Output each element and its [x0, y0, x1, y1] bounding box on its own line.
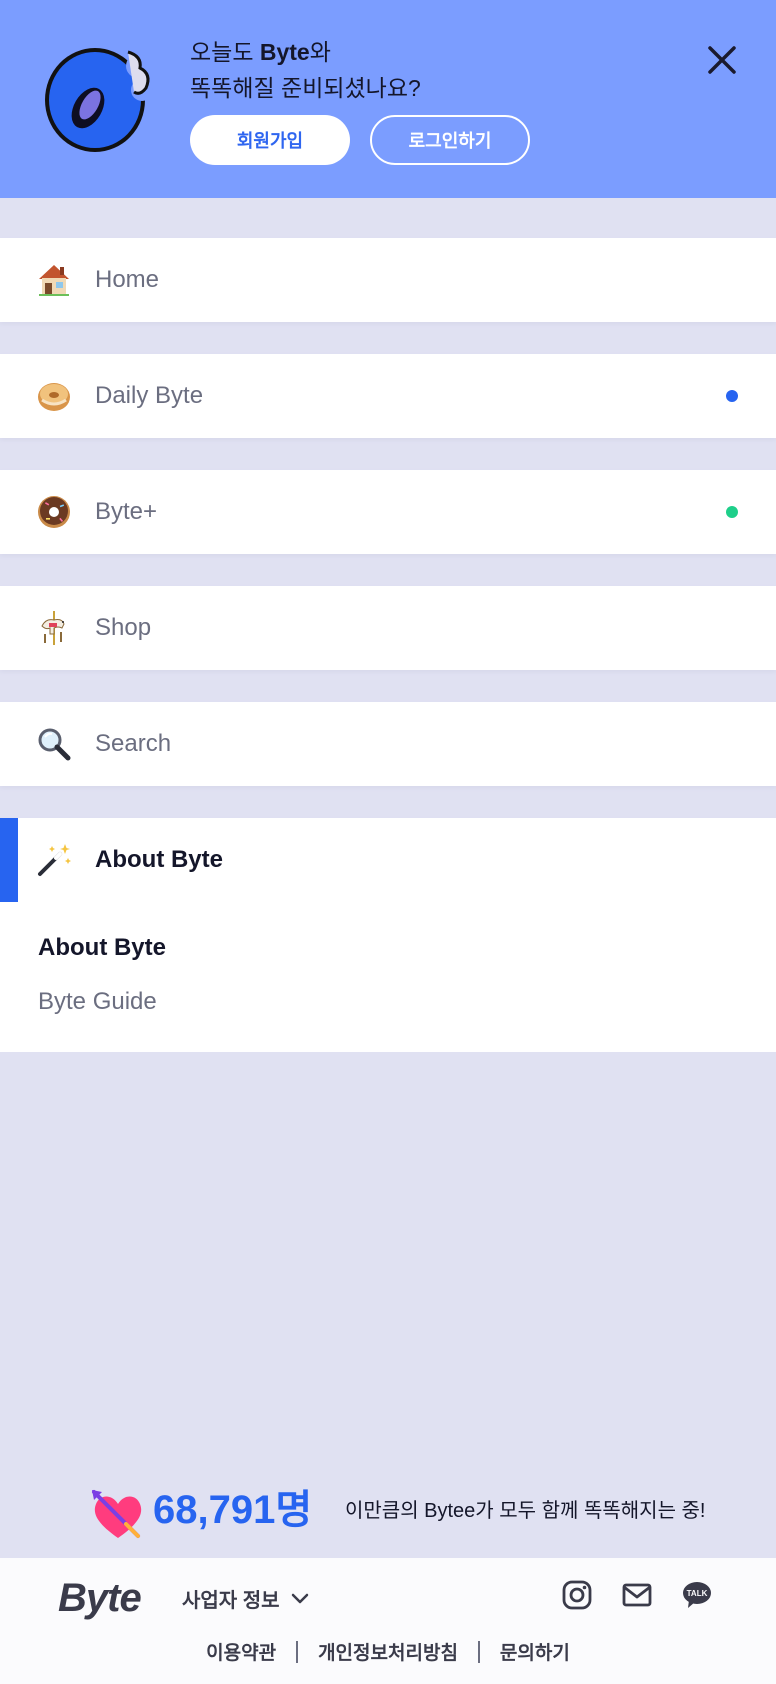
menu-item-daily-byte[interactable]: Daily Byte — [0, 354, 776, 438]
welcome-prefix: 오늘도 — [190, 39, 260, 65]
menu-item-search[interactable]: Search — [0, 702, 776, 786]
magic-wand-icon — [38, 844, 71, 876]
instagram-icon[interactable] — [560, 1578, 594, 1612]
link-divider — [477, 1640, 480, 1663]
footer-links: 이용약관 개인정보처리방침 문의하기 — [0, 1638, 776, 1665]
new-indicator-dot — [726, 506, 738, 518]
kakaotalk-talk-label: TALK — [687, 1589, 708, 1598]
new-indicator-dot — [726, 390, 738, 402]
house-icon — [39, 265, 69, 296]
kakaotalk-icon[interactable]: TALK — [680, 1578, 714, 1612]
terms-link[interactable]: 이용약관 — [206, 1638, 276, 1665]
link-divider — [296, 1640, 299, 1663]
bagel-icon — [38, 383, 70, 411]
menu-label-shop: Shop — [95, 614, 152, 641]
member-counter: 68,791명 이만큼의 Bytee가 모두 함께 똑똑해지는 중! — [0, 1478, 776, 1548]
menu-label-byte-plus: Byte+ — [95, 498, 158, 525]
footer: Byte 사업자 정보 TALK 이용약관 개인정보처리방침 문의하기 — [0, 1558, 776, 1684]
carousel-horse-icon — [41, 611, 65, 645]
mail-icon[interactable] — [620, 1578, 654, 1612]
magnifier-icon — [38, 728, 71, 761]
welcome-brand: Byte — [259, 39, 310, 65]
business-info-toggle[interactable]: 사업자 정보 — [182, 1584, 310, 1613]
privacy-policy-link[interactable]: 개인정보처리방침 — [318, 1638, 458, 1665]
login-button[interactable]: 로그인하기 — [370, 115, 530, 165]
welcome-line2: 똑똑해질 준비되셨나요? — [190, 75, 421, 101]
submenu-item-byte-guide[interactable]: Byte Guide — [38, 988, 157, 1016]
welcome-message: 오늘도 Byte와 똑똑해질 준비되셨나요? — [190, 34, 421, 106]
signup-button[interactable]: 회원가입 — [190, 115, 350, 165]
menu-item-shop[interactable]: Shop — [0, 586, 776, 670]
heart-arrow-icon — [92, 1490, 142, 1538]
speech-bubble-icon: TALK — [683, 1582, 711, 1608]
business-info-label: 사업자 정보 — [182, 1590, 280, 1612]
menu-label-search: Search — [95, 730, 172, 757]
contact-link[interactable]: 문의하기 — [500, 1638, 570, 1665]
byte-brand-logo: Byte — [58, 1576, 142, 1620]
menu-item-byte-plus[interactable]: Byte+ — [0, 470, 776, 554]
submenu-item-about-byte[interactable]: About Byte — [38, 934, 166, 962]
menu-item-home[interactable]: Home — [0, 238, 776, 322]
about-byte-submenu: About Byte Byte Guide — [0, 902, 776, 1052]
menu-label-home: Home — [95, 266, 160, 293]
menu-label-daily-byte: Daily Byte — [95, 382, 204, 409]
menu-label-about-byte: About Byte — [95, 846, 223, 873]
member-count: 68,791명 — [153, 1488, 313, 1532]
welcome-suffix: 와 — [309, 39, 331, 65]
menu-item-about-byte[interactable]: About Byte — [0, 818, 776, 902]
active-indicator-bar — [0, 818, 18, 902]
donut-icon — [38, 496, 70, 528]
member-count-caption: 이만큼의 Bytee가 모두 함께 똑똑해지는 중! — [345, 1500, 706, 1522]
chevron-down-icon — [291, 1593, 308, 1603]
donut-logo-icon — [45, 48, 153, 152]
welcome-header: 오늘도 Byte와 똑똑해질 준비되셨나요? 회원가입 로그인하기 — [0, 0, 776, 198]
close-icon[interactable] — [700, 38, 744, 82]
